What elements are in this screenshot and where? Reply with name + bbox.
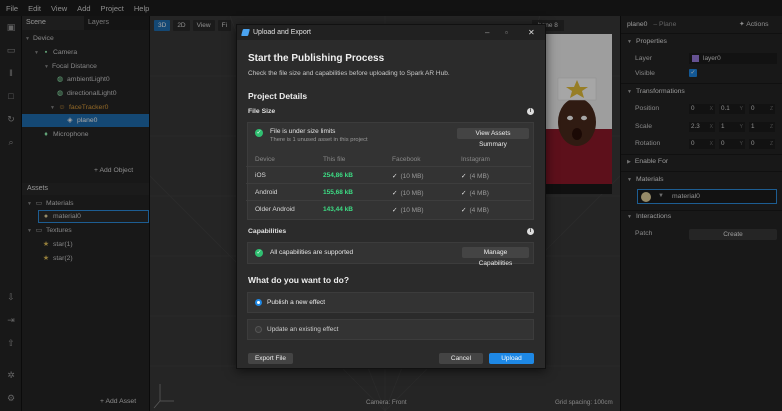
upload-button[interactable]: Upload (489, 353, 534, 364)
dialog-heading: Start the Publishing Process (248, 53, 385, 64)
row-android-size: 155,68 kB (323, 189, 353, 196)
row-older-android-instagram: ✓ (4 MB) (461, 207, 489, 214)
check-icon: ✓ (461, 173, 467, 180)
minimize-icon[interactable]: – (485, 25, 489, 40)
table-header-facebook: Facebook (392, 156, 421, 163)
row-ios-size: 254,86 kB (323, 172, 353, 179)
row-ios-facebook: ✓ (10 MB) (392, 173, 424, 180)
upload-export-dialog: Upload and Export – ▫ ✕ Start the Publis… (236, 24, 546, 369)
row-older-android-device: Older Android (255, 206, 295, 213)
dialog-subtitle: Check the file size and capabilities bef… (248, 70, 450, 77)
table-header-this-file: This file (323, 156, 346, 163)
row-older-android-facebook: ✓ (10 MB) (392, 207, 424, 214)
check-circle-icon: ✓ (255, 249, 263, 257)
question-heading: What do you want to do? (248, 275, 350, 285)
size-status: File is under size limits (270, 128, 336, 135)
check-icon: ✓ (392, 190, 398, 197)
size-note: There is 1 unused asset in this project (270, 137, 368, 143)
check-icon: ✓ (392, 207, 398, 214)
update-radio[interactable] (255, 326, 262, 333)
file-size-label: File Size (248, 108, 276, 115)
spark-ar-logo-icon (241, 29, 250, 36)
dialog-titlebar: Upload and Export – ▫ ✕ (237, 25, 545, 40)
info-icon[interactable]: i (527, 108, 534, 115)
project-details-heading: Project Details (248, 91, 308, 101)
check-icon: ✓ (461, 190, 467, 197)
row-older-android-size: 143,44 kB (323, 206, 353, 213)
close-icon[interactable]: ✕ (528, 25, 535, 40)
view-assets-summary-button[interactable]: View Assets Summary (457, 128, 529, 148)
option-publish-label: Publish a new effect (267, 299, 326, 306)
divider (246, 200, 531, 201)
divider (246, 166, 531, 167)
publish-radio[interactable] (255, 299, 262, 306)
cancel-button[interactable]: Cancel (439, 353, 483, 364)
maximize-icon[interactable]: ▫ (505, 25, 508, 40)
row-ios-instagram: ✓ (4 MB) (461, 173, 489, 180)
check-icon: ✓ (392, 173, 398, 180)
divider (246, 183, 531, 184)
dialog-title: Upload and Export (253, 29, 311, 36)
check-circle-icon: ✓ (255, 129, 263, 137)
row-ios-device: iOS (255, 172, 266, 179)
manage-capabilities-button[interactable]: Manage Capabilities (462, 247, 529, 267)
row-android-facebook: ✓ (10 MB) (392, 190, 424, 197)
option-update-label: Update an existing effect (267, 326, 339, 333)
table-header-instagram: Instagram (461, 156, 490, 163)
capabilities-status: All capabilities are supported (270, 249, 354, 256)
row-android-instagram: ✓ (4 MB) (461, 190, 489, 197)
export-file-button[interactable]: Export File (248, 353, 293, 364)
capabilities-label: Capabilities (248, 228, 287, 235)
check-icon: ✓ (461, 207, 467, 214)
row-android-device: Android (255, 189, 278, 196)
table-header-device: Device (255, 156, 275, 163)
info-icon[interactable]: i (527, 228, 534, 235)
